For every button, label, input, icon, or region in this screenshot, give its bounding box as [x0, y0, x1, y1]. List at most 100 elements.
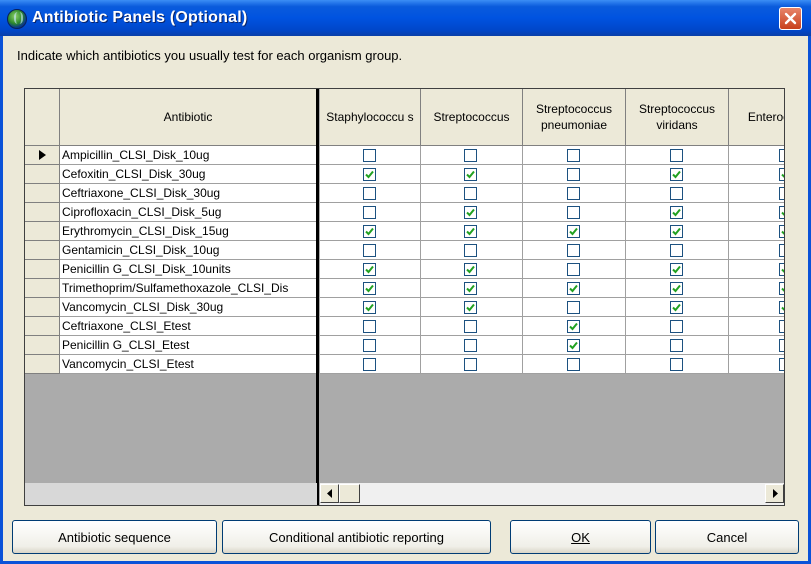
checkbox[interactable] [567, 358, 580, 371]
checkbox[interactable] [363, 320, 376, 333]
checkbox-checked[interactable] [363, 282, 376, 295]
row-selector[interactable] [25, 222, 60, 241]
checkbox[interactable] [779, 187, 784, 200]
antibiotic-name-cell[interactable]: Erythromycin_CLSI_Disk_15ug [60, 222, 317, 241]
checkbox[interactable] [567, 168, 580, 181]
row-selector[interactable] [25, 279, 60, 298]
checkbox-checked[interactable] [670, 282, 683, 295]
checkbox-checked[interactable] [779, 282, 784, 295]
checkbox[interactable] [363, 206, 376, 219]
antibiotic-name-cell[interactable]: Ceftriaxone_CLSI_Disk_30ug [60, 184, 317, 203]
antibiotic-name-cell[interactable]: Gentamicin_CLSI_Disk_10ug [60, 241, 317, 260]
horizontal-scrollbar[interactable] [320, 483, 784, 505]
organism-column-header[interactable]: Enteroc [729, 89, 784, 146]
antibiotic-name-cell[interactable]: Vancomycin_CLSI_Etest [60, 355, 317, 374]
row-selector[interactable] [25, 355, 60, 374]
row-selector[interactable] [25, 298, 60, 317]
checkbox-checked[interactable] [464, 206, 477, 219]
row-selector[interactable] [25, 260, 60, 279]
checkbox-checked[interactable] [363, 301, 376, 314]
checkbox[interactable] [363, 187, 376, 200]
checkbox-checked[interactable] [670, 263, 683, 276]
checkbox-checked[interactable] [779, 225, 784, 238]
checkbox-checked[interactable] [567, 225, 580, 238]
close-button[interactable] [779, 7, 802, 30]
checkbox[interactable] [464, 149, 477, 162]
checkbox[interactable] [670, 149, 683, 162]
scrollbar-thumb[interactable] [339, 484, 360, 503]
checkbox-checked[interactable] [670, 206, 683, 219]
antibiotic-name-cell[interactable]: Vancomycin_CLSI_Disk_30ug [60, 298, 317, 317]
checkbox[interactable] [670, 320, 683, 333]
checkbox-checked[interactable] [567, 282, 580, 295]
checkbox-checked[interactable] [779, 263, 784, 276]
checkbox[interactable] [567, 206, 580, 219]
antibiotic-grid[interactable]: Antibiotic Ampicillin_CLSI_Disk_10ug Cefo… [24, 88, 785, 506]
antibiotic-name-cell[interactable]: Cefoxitin_CLSI_Disk_30ug [60, 165, 317, 184]
organism-column-header[interactable]: Streptococcus [421, 89, 523, 146]
checkbox[interactable] [464, 358, 477, 371]
checkbox-checked[interactable] [670, 301, 683, 314]
row-selector[interactable] [25, 241, 60, 260]
antibiotic-name-cell[interactable]: Penicillin G_CLSI_Etest [60, 336, 317, 355]
checkbox[interactable] [779, 358, 784, 371]
antibiotic-name-cell[interactable]: Ampicillin_CLSI_Disk_10ug [60, 146, 317, 165]
checkbox[interactable] [567, 263, 580, 276]
checkbox-checked[interactable] [779, 168, 784, 181]
checkbox[interactable] [567, 149, 580, 162]
organism-column-header[interactable]: Staphylococcu s [320, 89, 421, 146]
checkbox[interactable] [464, 320, 477, 333]
scroll-left-button[interactable] [320, 484, 339, 503]
checkbox[interactable] [363, 149, 376, 162]
row-selector[interactable] [25, 146, 60, 165]
row-selector[interactable] [25, 184, 60, 203]
checkbox-checked[interactable] [464, 225, 477, 238]
checkbox[interactable] [670, 339, 683, 352]
checkbox-checked[interactable] [464, 263, 477, 276]
checkbox[interactable] [464, 244, 477, 257]
checkbox-checked[interactable] [464, 301, 477, 314]
checkbox[interactable] [670, 358, 683, 371]
row-selector[interactable] [25, 317, 60, 336]
checkbox[interactable] [567, 301, 580, 314]
checkbox[interactable] [779, 339, 784, 352]
title-bar[interactable]: Antibiotic Panels (Optional) [0, 0, 811, 36]
organism-column-header[interactable]: Streptococcus pneumoniae [523, 89, 626, 146]
cancel-button[interactable]: Cancel [655, 520, 799, 554]
checkbox-checked[interactable] [363, 168, 376, 181]
antibiotic-sequence-button[interactable]: Antibiotic sequence [12, 520, 217, 554]
checkbox-checked[interactable] [567, 320, 580, 333]
ok-button[interactable]: OK [510, 520, 651, 554]
antibiotic-name-cell[interactable]: Ciprofloxacin_CLSI_Disk_5ug [60, 203, 317, 222]
checkbox[interactable] [670, 244, 683, 257]
checkbox[interactable] [464, 339, 477, 352]
antibiotic-name-cell[interactable]: Penicillin G_CLSI_Disk_10units [60, 260, 317, 279]
checkbox[interactable] [363, 244, 376, 257]
conditional-reporting-button[interactable]: Conditional antibiotic reporting [222, 520, 491, 554]
pane-split-bar[interactable] [316, 89, 319, 505]
checkbox-checked[interactable] [464, 168, 477, 181]
scroll-right-button[interactable] [765, 484, 784, 503]
checkbox-checked[interactable] [779, 206, 784, 219]
checkbox-checked[interactable] [363, 263, 376, 276]
row-selector[interactable] [25, 336, 60, 355]
checkbox[interactable] [363, 339, 376, 352]
checkbox[interactable] [567, 187, 580, 200]
checkbox-checked[interactable] [779, 301, 784, 314]
checkbox[interactable] [779, 320, 784, 333]
antibiotic-name-cell[interactable]: Trimethoprim/Sulfamethoxazole_CLSI_Dis [60, 279, 317, 298]
checkbox[interactable] [363, 358, 376, 371]
antibiotic-column-header[interactable]: Antibiotic [60, 89, 317, 146]
checkbox[interactable] [464, 187, 477, 200]
antibiotic-name-cell[interactable]: Ceftriaxone_CLSI_Etest [60, 317, 317, 336]
checkbox[interactable] [567, 244, 580, 257]
checkbox[interactable] [779, 149, 784, 162]
checkbox[interactable] [779, 244, 784, 257]
checkbox-checked[interactable] [670, 168, 683, 181]
row-selector[interactable] [25, 165, 60, 184]
checkbox-checked[interactable] [464, 282, 477, 295]
checkbox[interactable] [670, 187, 683, 200]
checkbox-checked[interactable] [670, 225, 683, 238]
checkbox-checked[interactable] [567, 339, 580, 352]
organism-column-header[interactable]: Streptococcus viridans [626, 89, 729, 146]
